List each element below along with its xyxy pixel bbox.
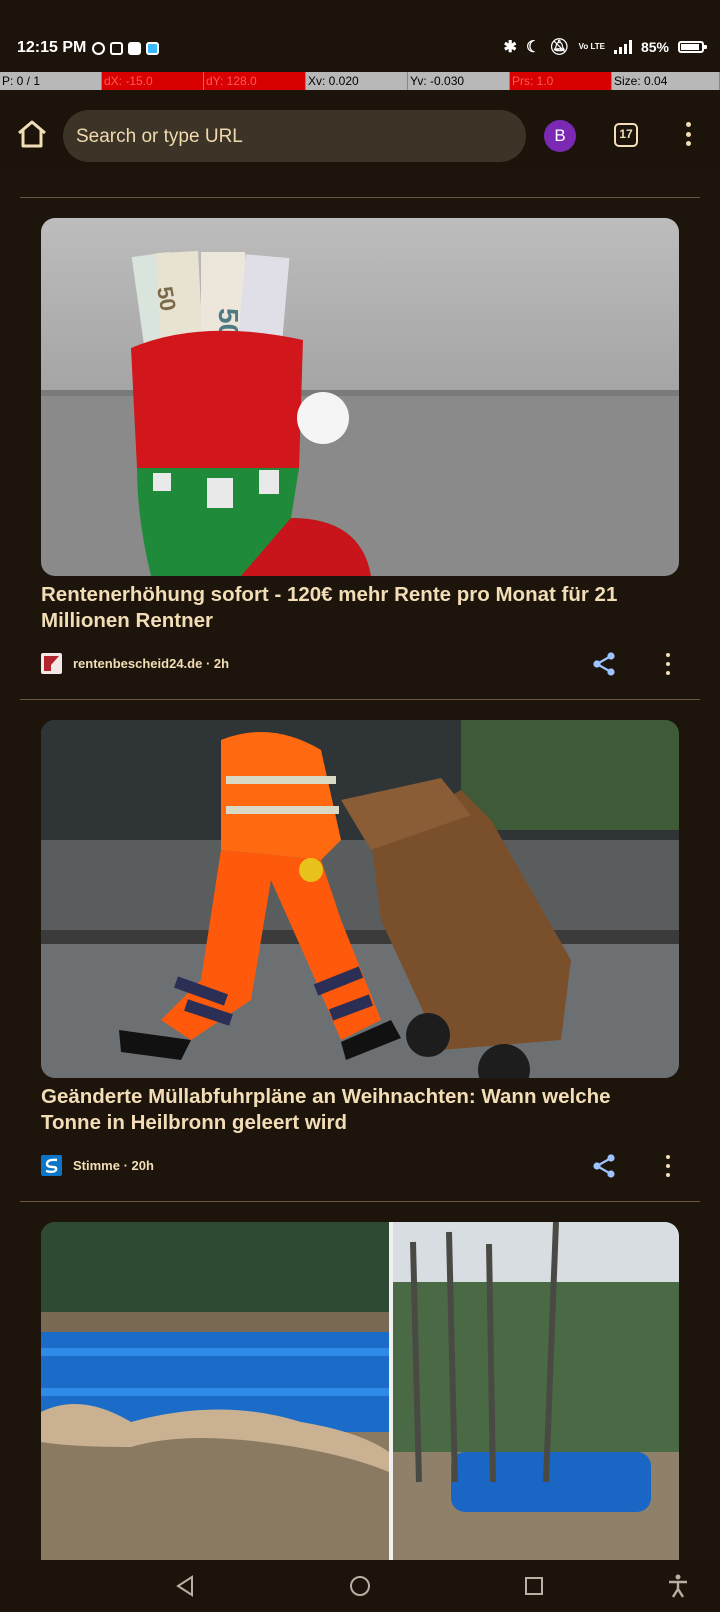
app-notification-icon bbox=[128, 42, 141, 55]
share-icon[interactable] bbox=[591, 1153, 617, 1179]
battery-percent: 85% bbox=[640, 39, 669, 55]
volte-icon: Vo LTE bbox=[578, 42, 605, 51]
tab-switcher-button[interactable]: 17 bbox=[614, 123, 638, 147]
mute-icon bbox=[110, 42, 123, 55]
moon-icon: ☾ bbox=[525, 39, 541, 56]
browser-toolbar: B 17 bbox=[0, 90, 720, 172]
bluetooth-off-icon: ✱ bbox=[503, 39, 517, 56]
record-icon bbox=[92, 42, 105, 55]
status-right: ✱ ☾ 🔕︎ Vo LTE 85% bbox=[503, 37, 707, 57]
recents-icon[interactable] bbox=[521, 1573, 547, 1599]
url-bar[interactable] bbox=[63, 110, 526, 164]
signal-icon bbox=[613, 40, 632, 54]
status-time: 12:15 PM bbox=[17, 39, 87, 56]
system-navigation-bar bbox=[0, 1560, 720, 1612]
eye-comfort-icon bbox=[146, 42, 159, 55]
notification-icons bbox=[92, 42, 159, 55]
article-image[interactable] bbox=[41, 720, 679, 1078]
article-image[interactable] bbox=[41, 1222, 679, 1560]
article-menu-button[interactable] bbox=[664, 653, 672, 675]
debug-pressure: Prs: 1.0 bbox=[510, 72, 612, 90]
article-image[interactable]: 500 50 bbox=[41, 218, 679, 576]
publisher-and-time: rentenbescheid24.de · 2h bbox=[73, 656, 230, 671]
publisher-and-time: Stimme · 20h bbox=[73, 1158, 154, 1173]
article-meta: Stimme · 20h bbox=[41, 1155, 154, 1176]
article-title[interactable]: Rentenerhöhung sofort - 120€ mehr Rente … bbox=[41, 582, 661, 634]
battery-icon bbox=[678, 41, 707, 53]
debug-yv: Yv: -0.030 bbox=[408, 72, 510, 90]
svg-text:50: 50 bbox=[152, 285, 181, 313]
article-card[interactable]: 500 50 Rentenerhöhung sofort - 120€ mehr… bbox=[20, 197, 700, 700]
home-icon[interactable] bbox=[16, 120, 48, 148]
debug-size: Size: 0.04 bbox=[612, 72, 720, 90]
home-nav-icon[interactable] bbox=[347, 1573, 373, 1599]
debug-pointer: P: 0 / 1 bbox=[0, 72, 102, 90]
debug-dx: dX: -15.0 bbox=[102, 72, 204, 90]
news-feed: 500 50 Rentenerhöhung sofort - 120€ mehr… bbox=[20, 172, 700, 1560]
debug-dy: dY: 128.0 bbox=[204, 72, 306, 90]
share-icon[interactable] bbox=[591, 651, 617, 677]
article-card[interactable]: Geänderte Müllabfuhrpläne an Weihnachten… bbox=[20, 699, 700, 1202]
article-title[interactable]: Geänderte Müllabfuhrpläne an Weihnachten… bbox=[41, 1084, 661, 1136]
article-card-previous bbox=[20, 172, 700, 198]
article-card[interactable] bbox=[20, 1201, 700, 1560]
status-bar: 12:15 PM ✱ ☾ 🔕︎ Vo LTE 85% bbox=[0, 0, 720, 72]
pointer-debug-bar: P: 0 / 1 dX: -15.0 dY: 128.0 Xv: 0.020 Y… bbox=[0, 72, 720, 90]
bell-off-icon: 🔕︎ bbox=[549, 39, 570, 56]
url-input[interactable] bbox=[74, 110, 518, 164]
account-avatar[interactable]: B bbox=[544, 120, 576, 152]
publisher-favicon bbox=[41, 1155, 62, 1176]
publisher-favicon bbox=[41, 653, 62, 674]
accessibility-icon[interactable] bbox=[665, 1573, 691, 1599]
overflow-menu-button[interactable] bbox=[680, 118, 696, 150]
back-icon[interactable] bbox=[172, 1573, 198, 1599]
article-menu-button[interactable] bbox=[664, 1155, 672, 1177]
debug-xv: Xv: 0.020 bbox=[306, 72, 408, 90]
article-meta: rentenbescheid24.de · 2h bbox=[41, 653, 229, 674]
